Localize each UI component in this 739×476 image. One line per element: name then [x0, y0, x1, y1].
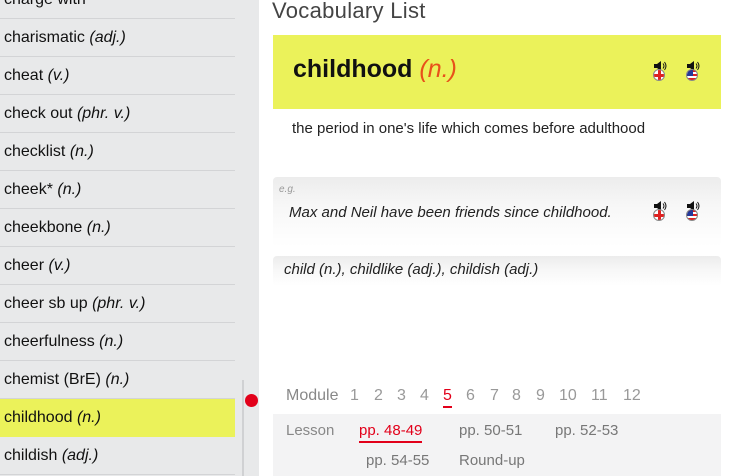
word-pos: (n.) [76, 409, 101, 426]
module-tab[interactable]: 7 [490, 387, 499, 405]
word-text: check out [4, 105, 73, 122]
lesson-link[interactable]: Round-up [459, 452, 525, 469]
example-label: e.g. [279, 184, 296, 195]
word-list-item[interactable]: cheekbone (n.) [0, 209, 235, 247]
speaker-uk-flag-icon[interactable] [653, 199, 679, 223]
word-text: checklist [4, 143, 66, 160]
word-list-item[interactable]: cheer (v.) [0, 247, 235, 285]
word-list-item[interactable]: cheek* (n.) [0, 171, 235, 209]
word-list-sidebar[interactable]: charge with charismatic (adj.) cheat (v.… [0, 0, 259, 476]
word-pos: (n.) [105, 371, 130, 388]
module-tab[interactable]: 8 [512, 387, 521, 405]
speaker-us-flag-icon[interactable] [686, 199, 712, 223]
scrollbar-track[interactable] [242, 380, 244, 476]
speaker-us-flag-icon[interactable] [686, 59, 712, 83]
module-tab[interactable]: 2 [374, 387, 383, 405]
word-list-item[interactable]: checklist (n.) [0, 133, 235, 171]
lesson-selector: Lesson pp. 48-49 pp. 50-51 pp. 52-53 pp.… [273, 414, 721, 476]
word-list-item[interactable]: cheerfulness (n.) [0, 323, 235, 361]
word-text: cheek* [4, 181, 53, 198]
module-tab[interactable]: 12 [623, 387, 641, 405]
headword-text: childhood [293, 55, 413, 83]
lesson-link[interactable]: pp. 54-55 [366, 452, 429, 469]
word-text: cheat [4, 67, 44, 84]
lesson-label: Lesson [286, 422, 335, 439]
word-pos: (adj.) [89, 29, 126, 46]
word-text: chemist (BrE) [4, 371, 101, 388]
word-list-item[interactable]: charismatic (adj.) [0, 19, 235, 57]
module-tab[interactable]: 9 [536, 387, 545, 405]
word-pos: (v.) [48, 257, 71, 274]
word-text: cheer sb up [4, 295, 88, 312]
word-list-item[interactable]: chemist (BrE) (n.) [0, 361, 235, 399]
uk-flag-icon [653, 69, 665, 81]
example-sentence: Max and Neil have been friends since chi… [289, 204, 612, 221]
us-flag-icon [686, 69, 698, 81]
lesson-link-active[interactable]: pp. 48-49 [359, 422, 423, 443]
page-title: Vocabulary List [272, 0, 426, 23]
word-text: childish [4, 447, 58, 464]
module-tab[interactable]: 10 [559, 387, 577, 405]
lesson-link[interactable]: pp. 50-51 [459, 422, 522, 439]
module-tab[interactable]: 11 [591, 387, 608, 405]
headword: childhood (n.) [293, 55, 457, 84]
word-list-item[interactable]: charge with [0, 0, 235, 19]
word-list-item[interactable]: childish (adj.) [0, 437, 235, 475]
word-pos: (phr. v.) [92, 295, 146, 312]
word-text: charge with [4, 0, 86, 8]
word-pos: (n.) [57, 181, 82, 198]
example-card: e.g. Max and Neil have been friends sinc… [273, 177, 721, 247]
word-text: charismatic [4, 29, 85, 46]
headword-pos: (n.) [419, 55, 457, 83]
module-tab[interactable]: 6 [466, 387, 475, 405]
word-list-item[interactable]: cheat (v.) [0, 57, 235, 95]
word-list-item[interactable]: cheer sb up (phr. v.) [0, 285, 235, 323]
word-text: childhood [4, 409, 73, 426]
module-label: Module [286, 387, 339, 404]
word-family-text: child (n.), childlike (adj.), childish (… [284, 261, 539, 278]
word-text: cheekbone [4, 219, 83, 236]
uk-flag-icon [653, 209, 665, 221]
module-tab[interactable]: 1 [350, 387, 359, 405]
word-pos: (phr. v.) [76, 105, 131, 122]
module-tab[interactable]: 4 [420, 387, 429, 405]
word-list-item[interactable]: check out (phr. v.) [0, 95, 235, 133]
definition-text: the period in one's life which comes bef… [292, 120, 646, 137]
word-pos: (v.) [47, 67, 70, 84]
speaker-uk-flag-icon[interactable] [653, 59, 679, 83]
word-pos: (n.) [69, 143, 94, 160]
word-family-card: child (n.), childlike (adj.), childish (… [273, 256, 721, 286]
us-flag-icon [686, 209, 698, 221]
word-pos: (n.) [86, 219, 111, 236]
word-list-item-selected[interactable]: childhood (n.) [0, 399, 235, 437]
module-tab[interactable]: 3 [397, 387, 406, 405]
lesson-link[interactable]: pp. 52-53 [555, 422, 618, 439]
word-text: cheer [4, 257, 45, 274]
headword-card: childhood (n.) [273, 35, 721, 109]
module-tab-active[interactable]: 5 [443, 387, 452, 408]
word-pos: (adj.) [61, 447, 99, 464]
word-text: cheerfulness [4, 333, 95, 350]
scrollbar-thumb[interactable] [245, 394, 258, 407]
word-pos: (n.) [99, 333, 124, 350]
